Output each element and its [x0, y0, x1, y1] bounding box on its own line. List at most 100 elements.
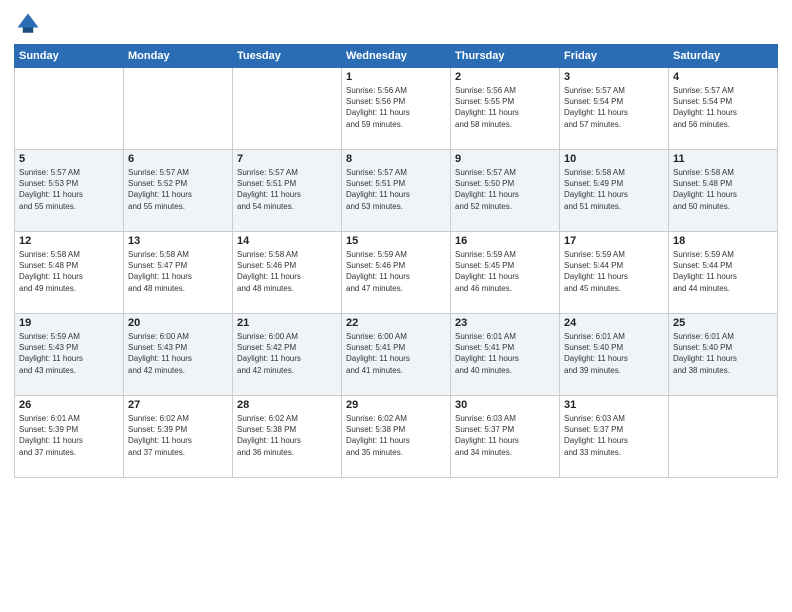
calendar-cell: 8 Sunrise: 5:57 AM Sunset: 5:51 PM Daylig… [342, 150, 451, 232]
day-info: Sunrise: 5:59 AM Sunset: 5:46 PM Dayligh… [346, 249, 446, 294]
day-number: 7 [237, 153, 337, 165]
day-info: Sunrise: 5:59 AM Sunset: 5:43 PM Dayligh… [19, 331, 119, 376]
calendar-cell: 10 Sunrise: 5:58 AM Sunset: 5:49 PM Dayli… [560, 150, 669, 232]
day-info: Sunrise: 5:58 AM Sunset: 5:49 PM Dayligh… [564, 167, 664, 212]
calendar-cell: 14 Sunrise: 5:58 AM Sunset: 5:46 PM Dayli… [233, 232, 342, 314]
calendar-cell [669, 396, 778, 478]
day-number: 25 [673, 317, 773, 329]
day-info: Sunrise: 6:02 AM Sunset: 5:38 PM Dayligh… [237, 413, 337, 458]
calendar-cell: 17Sunrise: 5:59 AM Sunset: 5:44 PM Dayli… [560, 232, 669, 314]
day-number: 24 [564, 317, 664, 329]
calendar-cell: 31 Sunrise: 6:03 AM Sunset: 5:37 PM Dayli… [560, 396, 669, 478]
day-info: Sunrise: 5:57 AM Sunset: 5:52 PM Dayligh… [128, 167, 228, 212]
day-info: Sunrise: 5:57 AM Sunset: 5:54 PM Dayligh… [673, 85, 773, 130]
day-number: 10 [564, 153, 664, 165]
day-info: Sunrise: 5:57 AM Sunset: 5:54 PM Dayligh… [564, 85, 664, 130]
day-number: 11 [673, 153, 773, 165]
day-number: 6 [128, 153, 228, 165]
calendar-cell: 15Sunrise: 5:59 AM Sunset: 5:46 PM Dayli… [342, 232, 451, 314]
day-info: Sunrise: 6:03 AM Sunset: 5:37 PM Dayligh… [455, 413, 555, 458]
calendar-cell: 22 Sunrise: 6:00 AM Sunset: 5:41 PM Dayli… [342, 314, 451, 396]
calendar-cell: 27 Sunrise: 6:02 AM Sunset: 5:39 PM Dayli… [124, 396, 233, 478]
week-row-2: 5Sunrise: 5:57 AM Sunset: 5:53 PM Daylig… [15, 150, 778, 232]
day-number: 23 [455, 317, 555, 329]
calendar-table: SundayMondayTuesdayWednesdayThursdayFrid… [14, 44, 778, 478]
col-header-wednesday: Wednesday [342, 45, 451, 68]
day-number: 1 [346, 71, 446, 83]
day-number: 2 [455, 71, 555, 83]
calendar-cell: 30 Sunrise: 6:03 AM Sunset: 5:37 PM Dayli… [451, 396, 560, 478]
calendar-cell [233, 68, 342, 150]
calendar-cell: 11Sunrise: 5:58 AM Sunset: 5:48 PM Dayli… [669, 150, 778, 232]
day-number: 21 [237, 317, 337, 329]
calendar-cell: 5Sunrise: 5:57 AM Sunset: 5:53 PM Daylig… [15, 150, 124, 232]
day-number: 20 [128, 317, 228, 329]
calendar-cell: 16 Sunrise: 5:59 AM Sunset: 5:45 PM Dayli… [451, 232, 560, 314]
calendar-cell: 9Sunrise: 5:57 AM Sunset: 5:50 PM Daylig… [451, 150, 560, 232]
day-number: 16 [455, 235, 555, 247]
day-info: Sunrise: 6:00 AM Sunset: 5:43 PM Dayligh… [128, 331, 228, 376]
day-info: Sunrise: 5:58 AM Sunset: 5:46 PM Dayligh… [237, 249, 337, 294]
day-number: 19 [19, 317, 119, 329]
day-info: Sunrise: 5:58 AM Sunset: 5:47 PM Dayligh… [128, 249, 228, 294]
day-number: 18 [673, 235, 773, 247]
col-header-saturday: Saturday [669, 45, 778, 68]
day-number: 13 [128, 235, 228, 247]
day-info: Sunrise: 5:59 AM Sunset: 5:44 PM Dayligh… [564, 249, 664, 294]
week-row-1: 1 Sunrise: 5:56 AM Sunset: 5:56 PM Daylig… [15, 68, 778, 150]
calendar-cell: 7 Sunrise: 5:57 AM Sunset: 5:51 PM Daylig… [233, 150, 342, 232]
day-info: Sunrise: 6:01 AM Sunset: 5:39 PM Dayligh… [19, 413, 119, 458]
calendar-cell: 23 Sunrise: 6:01 AM Sunset: 5:41 PM Dayli… [451, 314, 560, 396]
header-row [14, 10, 778, 38]
calendar-cell: 21 Sunrise: 6:00 AM Sunset: 5:42 PM Dayli… [233, 314, 342, 396]
day-info: Sunrise: 5:59 AM Sunset: 5:45 PM Dayligh… [455, 249, 555, 294]
day-info: Sunrise: 6:03 AM Sunset: 5:37 PM Dayligh… [564, 413, 664, 458]
day-info: Sunrise: 6:01 AM Sunset: 5:41 PM Dayligh… [455, 331, 555, 376]
day-number: 3 [564, 71, 664, 83]
logo [14, 10, 46, 38]
week-row-3: 12 Sunrise: 5:58 AM Sunset: 5:48 PM Dayli… [15, 232, 778, 314]
day-info: Sunrise: 5:56 AM Sunset: 5:56 PM Dayligh… [346, 85, 446, 130]
day-number: 30 [455, 399, 555, 411]
col-header-monday: Monday [124, 45, 233, 68]
day-number: 31 [564, 399, 664, 411]
day-number: 8 [346, 153, 446, 165]
calendar-cell: 2 Sunrise: 5:56 AM Sunset: 5:55 PM Daylig… [451, 68, 560, 150]
day-number: 14 [237, 235, 337, 247]
day-number: 22 [346, 317, 446, 329]
day-number: 27 [128, 399, 228, 411]
day-number: 4 [673, 71, 773, 83]
day-info: Sunrise: 5:58 AM Sunset: 5:48 PM Dayligh… [19, 249, 119, 294]
day-info: Sunrise: 6:00 AM Sunset: 5:42 PM Dayligh… [237, 331, 337, 376]
col-header-tuesday: Tuesday [233, 45, 342, 68]
day-info: Sunrise: 5:57 AM Sunset: 5:51 PM Dayligh… [237, 167, 337, 212]
calendar-cell: 28Sunrise: 6:02 AM Sunset: 5:38 PM Dayli… [233, 396, 342, 478]
week-row-5: 26 Sunrise: 6:01 AM Sunset: 5:39 PM Dayli… [15, 396, 778, 478]
day-info: Sunrise: 5:56 AM Sunset: 5:55 PM Dayligh… [455, 85, 555, 130]
day-info: Sunrise: 6:01 AM Sunset: 5:40 PM Dayligh… [564, 331, 664, 376]
col-header-friday: Friday [560, 45, 669, 68]
calendar-cell: 1 Sunrise: 5:56 AM Sunset: 5:56 PM Daylig… [342, 68, 451, 150]
calendar-cell: 6 Sunrise: 5:57 AM Sunset: 5:52 PM Daylig… [124, 150, 233, 232]
col-header-thursday: Thursday [451, 45, 560, 68]
day-info: Sunrise: 5:57 AM Sunset: 5:53 PM Dayligh… [19, 167, 119, 212]
day-number: 29 [346, 399, 446, 411]
calendar-cell: 26 Sunrise: 6:01 AM Sunset: 5:39 PM Dayli… [15, 396, 124, 478]
day-info: Sunrise: 6:00 AM Sunset: 5:41 PM Dayligh… [346, 331, 446, 376]
calendar-cell: 25Sunrise: 6:01 AM Sunset: 5:40 PM Dayli… [669, 314, 778, 396]
calendar-cell: 18Sunrise: 5:59 AM Sunset: 5:44 PM Dayli… [669, 232, 778, 314]
day-info: Sunrise: 5:57 AM Sunset: 5:51 PM Dayligh… [346, 167, 446, 212]
calendar-cell: 20 Sunrise: 6:00 AM Sunset: 5:43 PM Dayli… [124, 314, 233, 396]
day-info: Sunrise: 6:02 AM Sunset: 5:38 PM Dayligh… [346, 413, 446, 458]
day-info: Sunrise: 6:02 AM Sunset: 5:39 PM Dayligh… [128, 413, 228, 458]
day-number: 26 [19, 399, 119, 411]
calendar-cell: 13 Sunrise: 5:58 AM Sunset: 5:47 PM Dayli… [124, 232, 233, 314]
logo-icon [14, 10, 42, 38]
day-number: 12 [19, 235, 119, 247]
calendar-cell: 4 Sunrise: 5:57 AM Sunset: 5:54 PM Daylig… [669, 68, 778, 150]
col-header-sunday: Sunday [15, 45, 124, 68]
calendar-cell: 12 Sunrise: 5:58 AM Sunset: 5:48 PM Dayli… [15, 232, 124, 314]
calendar-cell: 3 Sunrise: 5:57 AM Sunset: 5:54 PM Daylig… [560, 68, 669, 150]
calendar-cell [15, 68, 124, 150]
calendar-cell: 29 Sunrise: 6:02 AM Sunset: 5:38 PM Dayli… [342, 396, 451, 478]
